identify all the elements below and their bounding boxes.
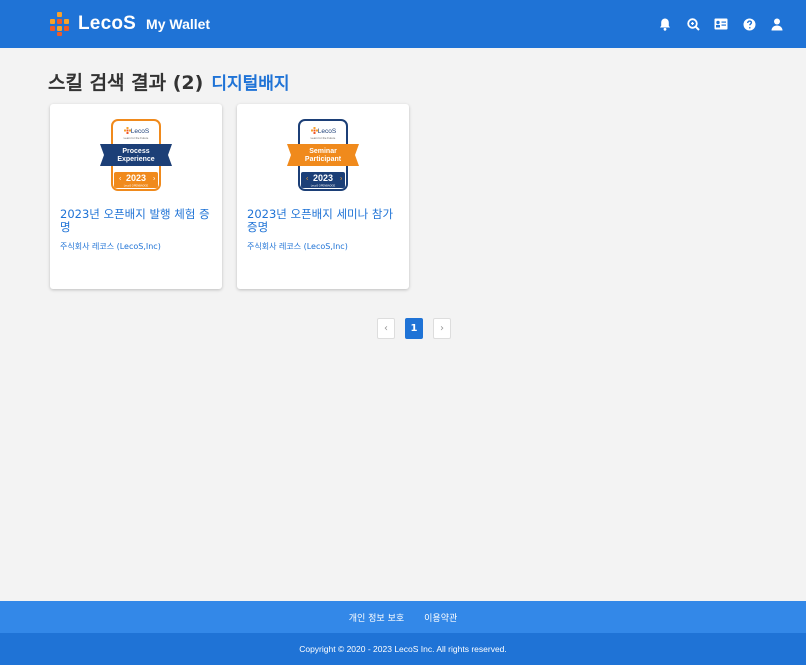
badge-issuer[interactable]: 주식회사 레코스 (LecoS,Inc) [247, 241, 403, 252]
badge-title[interactable]: 2023년 오픈배지 세미나 참가 증명 [247, 208, 403, 234]
next-page-button[interactable]: › [433, 318, 451, 339]
app-subtitle: My Wallet [146, 16, 211, 32]
badge-banner-line2: Participant [305, 156, 342, 163]
header-actions [644, 0, 784, 48]
badge-title[interactable]: 2023년 오픈배지 발행 체험 증명 [60, 208, 216, 234]
category-label: 디지털배지 [211, 74, 290, 94]
badge-footer-text: LecoS OPENBADGE [124, 184, 149, 188]
user-icon[interactable] [770, 17, 784, 31]
badge-footer-text: LecoS OPENBADGE [311, 184, 336, 188]
prev-page-button[interactable]: ‹ [377, 318, 395, 339]
badge-logo-text: LecoS [131, 128, 150, 135]
terms-link[interactable]: 이용약관 [424, 611, 457, 624]
brand-name: LecoS [78, 13, 137, 34]
badge-year: 2023 [313, 173, 333, 183]
badge-card[interactable]: LecoS Learn for the Future Seminar Parti… [237, 104, 409, 289]
badge-banner-line2: Experience [117, 156, 154, 163]
badge-banner-line1: Process [122, 148, 149, 155]
badge-logo-text: LecoS [318, 128, 337, 135]
brand-home-link[interactable]: LecoS My Wallet [48, 12, 210, 36]
badge-tagline: Learn for the Future [311, 136, 336, 140]
pagination: ‹ 1 › [377, 318, 461, 339]
badge-tagline: Learn for the Future [124, 136, 149, 140]
badge-image: LecoS Learn for the Future Seminar Parti… [277, 118, 369, 194]
page-1-button[interactable]: 1 [405, 318, 423, 339]
footer-copyright-bar: Copyright © 2020 - 2023 LecoS Inc. All r… [0, 633, 806, 665]
page-title: 스킬 검색 결과 (2) [48, 72, 204, 94]
bell-icon[interactable] [658, 17, 672, 31]
badge-card[interactable]: LecoS Learn for the Future Process Exper… [50, 104, 222, 289]
top-navigation-bar: LecoS My Wallet [0, 0, 806, 48]
badge-year: 2023 [126, 173, 146, 183]
badge-issuer[interactable]: 주식회사 레코스 (LecoS,Inc) [60, 241, 216, 252]
privacy-link[interactable]: 개인 정보 보호 [349, 611, 404, 624]
footer-links: 개인 정보 보호 이용약관 [0, 601, 806, 633]
id-card-icon[interactable] [714, 17, 728, 31]
search-result-heading: 스킬 검색 결과 (2) 디지털배지 [48, 68, 290, 95]
badge-banner-line1: Seminar [309, 148, 337, 155]
badge-image: LecoS Learn for the Future Process Exper… [90, 118, 182, 194]
lecos-logo-icon [48, 12, 72, 36]
copyright-text: Copyright © 2020 - 2023 LecoS Inc. All r… [299, 644, 507, 654]
help-icon[interactable] [742, 17, 756, 31]
search-icon[interactable] [686, 17, 700, 31]
